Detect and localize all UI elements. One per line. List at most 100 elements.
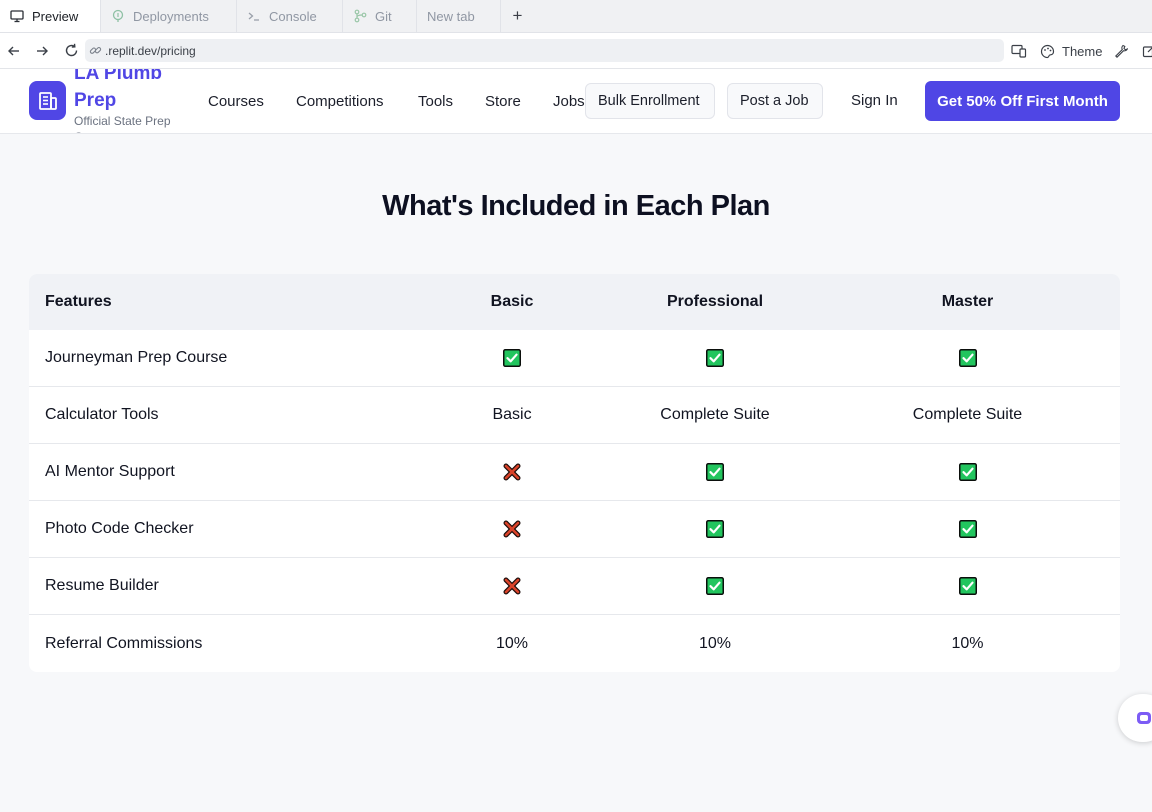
basic-not-included	[409, 463, 615, 481]
table-header-row: Features Basic Professional Master	[29, 274, 1120, 330]
check-icon	[706, 462, 724, 481]
column-header-features: Features	[45, 293, 112, 310]
column-header-master: Master	[941, 293, 994, 310]
check-icon	[958, 576, 977, 595]
check-icon	[706, 576, 724, 595]
tab-deployments[interactable]: Deployments	[101, 0, 237, 32]
tab-label: Deployments	[133, 8, 209, 24]
feature-name: Journeyman Prep Course	[45, 349, 228, 366]
brand-name[interactable]: LA Plumb Prep	[74, 69, 184, 114]
master-included	[815, 576, 1120, 595]
back-button[interactable]	[2, 39, 26, 63]
professional-value: Complete Suite	[660, 406, 770, 423]
wrench-icon[interactable]	[1112, 42, 1130, 60]
post-job-label: Post a Job	[740, 93, 809, 109]
reload-icon	[65, 43, 77, 57]
check-icon	[706, 348, 724, 367]
professional-value: 10%	[698, 634, 732, 652]
deployments-icon	[111, 9, 125, 23]
master-value: 10%	[951, 634, 984, 652]
feature-name: Photo Code Checker	[45, 520, 194, 537]
url-input[interactable]: .replit.dev/pricing	[85, 39, 1004, 62]
feature-name: Calculator Tools	[45, 406, 159, 423]
tab-label: Git	[375, 8, 392, 24]
theme-label[interactable]: Theme	[1062, 44, 1102, 59]
nav-competitions[interactable]: Competitions	[296, 93, 384, 110]
tab-new[interactable]: New tab	[417, 0, 501, 32]
new-tab-button[interactable]: +	[501, 0, 534, 32]
sign-in-link[interactable]: Sign In	[851, 92, 898, 109]
devices-icon[interactable]	[1010, 42, 1028, 60]
cross-icon	[503, 463, 521, 481]
address-bar-actions: Theme	[1010, 33, 1152, 69]
open-external-icon[interactable]	[1140, 42, 1152, 60]
tab-git[interactable]: Git	[343, 0, 417, 32]
check-icon	[503, 348, 521, 367]
forward-button[interactable]	[30, 39, 54, 63]
palette-icon[interactable]	[1038, 42, 1056, 60]
tab-label: Preview	[32, 8, 79, 24]
basic-value: Basic	[492, 406, 532, 423]
master-included	[815, 348, 1120, 367]
browser-tab-strip: Preview Deployments Console Git New tab …	[0, 0, 1152, 33]
bulk-enrollment-label: Bulk Enrollment	[598, 93, 700, 109]
url-text: .replit.dev/pricing	[105, 43, 196, 58]
tab-console[interactable]: Console	[237, 0, 343, 32]
master-included	[815, 462, 1120, 481]
table-row: AI Mentor Support	[29, 444, 1120, 501]
basic-not-included	[409, 577, 615, 595]
basic-included	[409, 348, 615, 367]
address-bar: .replit.dev/pricing Theme	[0, 33, 1152, 69]
nav-tools[interactable]: Tools	[418, 93, 453, 110]
bulk-enrollment-button[interactable]: Bulk Enrollment	[585, 83, 715, 119]
arrow-right-icon	[37, 46, 48, 55]
brand-tagline: Official State Prep Course	[74, 114, 171, 133]
tab-label: New tab	[427, 8, 475, 24]
master-included	[815, 519, 1120, 538]
table-row: Referral Commissions 10% 10% 10%	[29, 615, 1120, 672]
post-job-button[interactable]: Post a Job	[727, 83, 823, 119]
table-row: Calculator Tools Basic Complete Suite Compl…	[29, 387, 1120, 444]
building-icon	[38, 91, 57, 110]
check-icon	[958, 519, 977, 538]
logo[interactable]	[29, 81, 66, 120]
basic-value: 10%	[495, 634, 529, 652]
tab-label: Console	[269, 8, 317, 24]
site-header: LA Plumb Prep Official State Prep Course…	[0, 69, 1152, 134]
plus-icon: +	[512, 6, 523, 25]
column-header-professional: Professional	[666, 293, 764, 310]
cross-icon	[503, 520, 521, 538]
arrow-left-icon	[8, 46, 19, 55]
feature-name: Resume Builder	[45, 577, 159, 594]
feature-name: Referral Commissions	[45, 634, 203, 652]
professional-included	[615, 519, 815, 538]
table-body: Journeyman Prep Course Calculator Tools Ba…	[29, 330, 1120, 672]
chat-widget-icon	[1137, 712, 1151, 724]
table-row: Photo Code Checker	[29, 501, 1120, 558]
reload-button[interactable]	[59, 39, 83, 63]
check-icon	[958, 462, 977, 481]
assistant-widget-button[interactable]	[1118, 694, 1152, 742]
professional-included	[615, 348, 815, 367]
master-value: Complete Suite	[912, 406, 1023, 423]
table-row: Journeyman Prep Course	[29, 330, 1120, 387]
tab-preview[interactable]: Preview	[0, 0, 101, 32]
nav-jobs[interactable]: Jobs	[553, 93, 585, 110]
monitor-icon	[10, 9, 24, 23]
column-header-basic: Basic	[490, 293, 534, 310]
link-icon	[89, 44, 103, 58]
discount-cta-label: Get 50% Off First Month	[937, 92, 1108, 110]
git-icon	[353, 9, 367, 23]
console-icon	[247, 9, 261, 23]
cross-icon	[503, 577, 521, 595]
table-row: Resume Builder	[29, 558, 1120, 615]
professional-included	[615, 576, 815, 595]
check-icon	[958, 348, 977, 367]
check-icon	[706, 519, 724, 538]
nav-courses[interactable]: Courses	[208, 93, 264, 110]
nav-store[interactable]: Store	[485, 93, 521, 110]
feature-name: AI Mentor Support	[45, 463, 175, 480]
discount-cta-button[interactable]: Get 50% Off First Month	[925, 81, 1120, 121]
section-title: What's Included in Each Plan	[382, 190, 770, 222]
plan-comparison-table: Features Basic Professional Master Journ…	[29, 274, 1120, 672]
